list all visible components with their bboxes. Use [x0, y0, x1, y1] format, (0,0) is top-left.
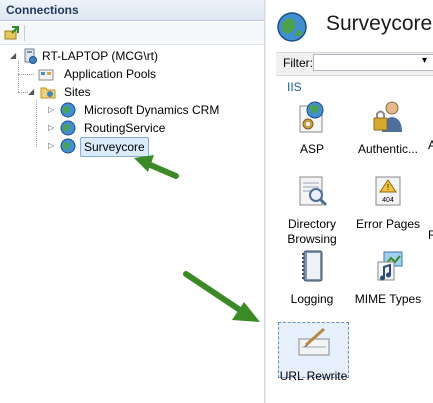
- feature-label: MIME Types: [354, 292, 422, 306]
- site-globe-icon: [277, 12, 307, 42]
- tree-node-site[interactable]: ▷ Microsoft Dynamics CRM: [46, 101, 256, 119]
- globe-icon: [60, 120, 76, 136]
- feature-directory-browsing[interactable]: Directory Browsing: [276, 173, 348, 247]
- server-label: RT-LAPTOP (MCG\rt): [42, 49, 159, 63]
- tree-line: [36, 100, 37, 147]
- feature-label: URL Rewrite: [279, 369, 348, 383]
- site-label: Microsoft Dynamics CRM: [84, 103, 220, 117]
- feature-label: Error Pages: [355, 217, 421, 231]
- filter-input[interactable]: [313, 54, 433, 71]
- feature-label: Directory Browsing: [287, 217, 337, 246]
- mime-types-icon: [377, 251, 403, 281]
- tree-node-sites[interactable]: ◢ Sites: [26, 83, 226, 101]
- pointer-arrow-icon: [183, 271, 260, 322]
- expand-icon[interactable]: ▷: [48, 123, 57, 132]
- feature-url-rewrite[interactable]: URL Rewrite: [278, 322, 349, 383]
- app-pools-label: Application Pools: [64, 67, 157, 81]
- connections-header: Connections: [0, 0, 264, 21]
- directory-browsing-icon: [299, 176, 328, 207]
- feature-cut-off[interactable]: A: [428, 98, 433, 153]
- feature-label: ASP: [299, 142, 324, 156]
- globe-icon: [60, 138, 76, 154]
- toolbar-divider: [24, 25, 25, 41]
- connect-icon[interactable]: [4, 25, 20, 41]
- connections-toolbar: [0, 22, 264, 45]
- error-badge: 404: [382, 197, 394, 204]
- error-pages-icon: ! 404: [375, 176, 401, 206]
- page-title: Surveycore H: [326, 12, 433, 35]
- group-label: IIS: [287, 80, 302, 94]
- sites-folder-icon: [40, 87, 56, 99]
- tree-node-site[interactable]: ▷ RoutingService: [46, 119, 256, 137]
- feature-label: Logging: [290, 292, 334, 306]
- expand-icon[interactable]: ▷: [48, 105, 57, 114]
- pointer-arrow-icon: [134, 155, 179, 179]
- feature-authentication[interactable]: Authentic...: [352, 98, 424, 157]
- logging-icon: [302, 250, 323, 282]
- tree-node-app-pools[interactable]: Application Pools: [30, 65, 230, 83]
- asp-icon: [299, 101, 324, 133]
- tree-line: [18, 61, 19, 92]
- feature-asp[interactable]: ASP: [276, 98, 348, 157]
- sites-label: Sites: [64, 85, 91, 99]
- svg-text:!: !: [387, 183, 389, 192]
- expand-icon[interactable]: ▷: [48, 141, 57, 150]
- feature-label: R: [428, 228, 433, 242]
- feature-cut-off[interactable]: R: [428, 173, 433, 243]
- app-pools-icon: [38, 69, 54, 81]
- feature-mime-types[interactable]: MIME Types: [352, 248, 424, 307]
- authentication-icon: [373, 101, 402, 132]
- site-label: RoutingService: [84, 121, 166, 135]
- collapse-icon[interactable]: ◢: [10, 51, 19, 60]
- feature-logging[interactable]: Logging: [276, 248, 348, 307]
- feature-label: Authentic...: [357, 142, 419, 156]
- server-icon: [24, 48, 37, 64]
- filter-label: Filter:: [283, 56, 313, 70]
- tree-node-server[interactable]: ◢ RT-LAPTOP (MCG\rt): [8, 47, 258, 65]
- url-rewrite-icon: [298, 327, 329, 356]
- feature-label: A: [428, 138, 433, 152]
- filter-dropdown-icon[interactable]: ▾: [422, 55, 427, 66]
- globe-icon: [60, 102, 76, 118]
- feature-error-pages[interactable]: ! 404 Error Pages: [352, 173, 424, 232]
- collapse-icon[interactable]: ◢: [28, 87, 37, 96]
